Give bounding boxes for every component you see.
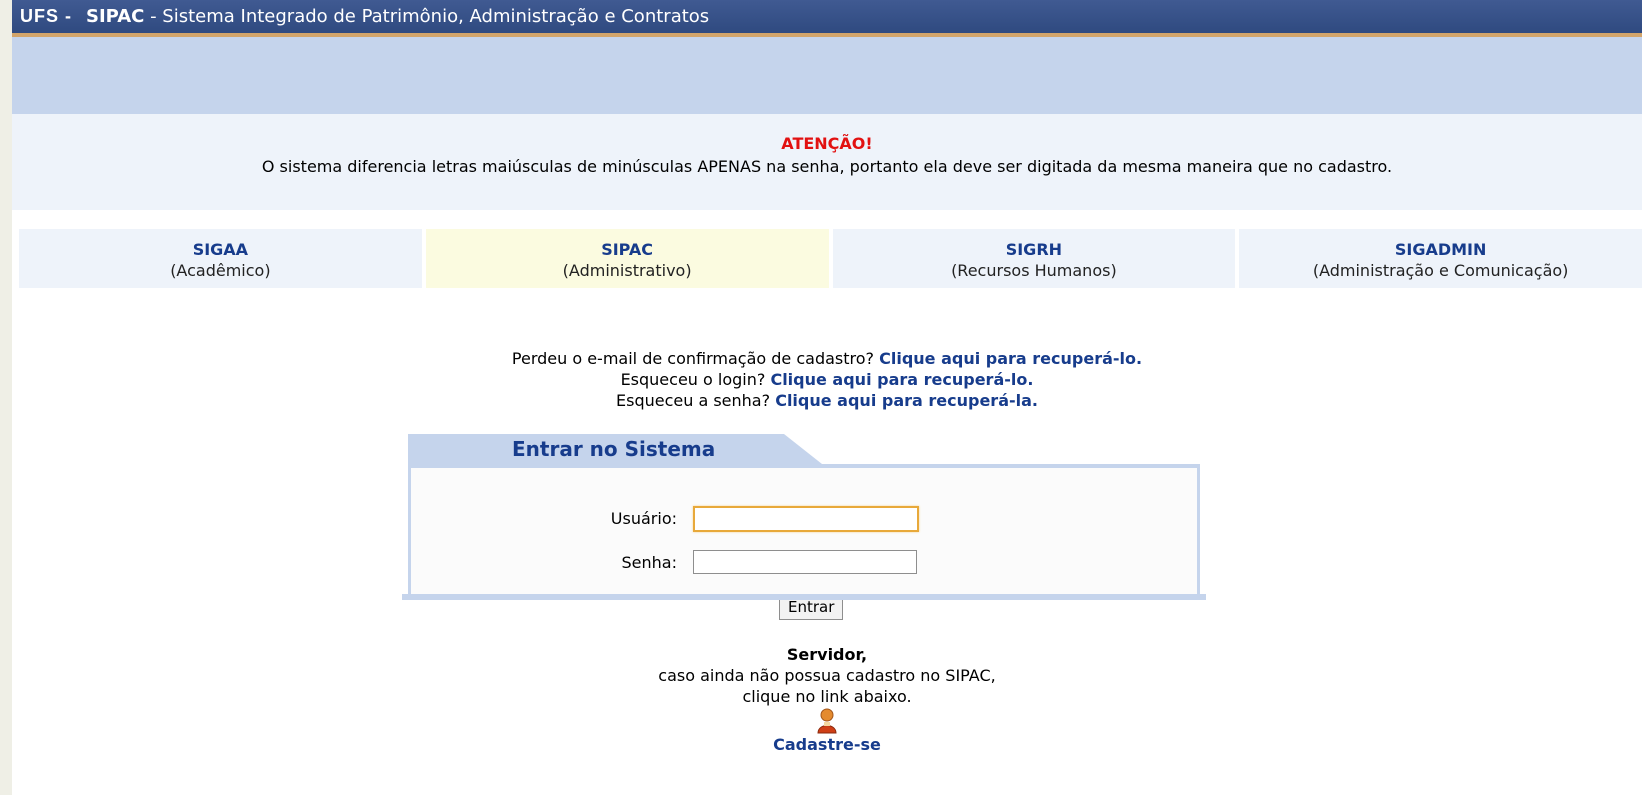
system-tab-sigadmin[interactable]: SIGADMIN (Administração e Comunicação) bbox=[1239, 229, 1642, 288]
system-tab-desc: (Administrativo) bbox=[562, 261, 692, 280]
register-link[interactable]: Cadastre-se bbox=[12, 734, 1642, 755]
password-label: Senha: bbox=[621, 553, 677, 572]
system-name: SIPAC bbox=[86, 6, 145, 27]
system-tab-name: SIPAC bbox=[601, 240, 654, 259]
system-tab-desc: (Recursos Humanos) bbox=[951, 261, 1117, 280]
login-box: Usuário: Senha: Entrar bbox=[408, 464, 1200, 620]
register-section: Servidor, caso ainda não possua cadastro… bbox=[12, 644, 1642, 755]
system-tab-desc: (Acadêmico) bbox=[170, 261, 271, 280]
warning-title: ATENÇÃO! bbox=[781, 134, 873, 153]
recover-login-line: Esqueceu o login? Clique aqui para recup… bbox=[12, 369, 1642, 390]
warning-panel: ATENÇÃO! O sistema diferencia letras mai… bbox=[12, 114, 1642, 210]
password-input[interactable] bbox=[693, 550, 917, 574]
recover-password-line: Esqueceu a senha? Clique aqui para recup… bbox=[12, 390, 1642, 411]
app-header: UFS - SIPAC - Sistema Integrado de Patrim… bbox=[12, 0, 1642, 37]
username-label: Usuário: bbox=[610, 509, 677, 528]
system-tab-desc: (Administração e Comunicação) bbox=[1312, 261, 1569, 280]
recover-password-question: Esqueceu a senha? bbox=[616, 391, 771, 410]
recover-login-link[interactable]: Clique aqui para recuperá-lo. bbox=[770, 370, 1033, 389]
recover-email-link[interactable]: Clique aqui para recuperá-lo. bbox=[879, 349, 1142, 368]
recovery-links: Perdeu o e-mail de confirmação de cadast… bbox=[12, 348, 1642, 411]
recover-password-link[interactable]: Clique aqui para recuperá-la. bbox=[775, 391, 1038, 410]
login-title: Entrar no Sistema bbox=[512, 437, 716, 461]
register-title: Servidor, bbox=[786, 645, 868, 664]
system-tab-name: SIGADMIN bbox=[1394, 240, 1487, 259]
user-icon[interactable] bbox=[816, 708, 838, 734]
system-tab-name: SIGRH bbox=[1005, 240, 1063, 259]
org-name: UFS - bbox=[20, 6, 72, 26]
login-box-base bbox=[402, 594, 1206, 600]
warning-message: O sistema diferencia letras maiúsculas d… bbox=[261, 157, 1393, 176]
system-tab-sigrh[interactable]: SIGRH (Recursos Humanos) bbox=[832, 229, 1236, 288]
page: UFS - SIPAC - Sistema Integrado de Patrim… bbox=[12, 0, 1642, 795]
header-band bbox=[12, 37, 1642, 114]
system-selector: SIGAA (Acadêmico) SIPAC (Administrativo)… bbox=[19, 229, 1642, 288]
register-line-1: caso ainda não possua cadastro no SIPAC, bbox=[658, 666, 996, 685]
username-input[interactable] bbox=[693, 506, 919, 532]
register-line-2: clique no link abaixo. bbox=[742, 687, 912, 706]
system-tab-sipac[interactable]: SIPAC (Administrativo) bbox=[425, 229, 829, 288]
recover-email-line: Perdeu o e-mail de confirmação de cadast… bbox=[12, 348, 1642, 369]
system-subtitle: - Sistema Integrado de Patrimônio, Admin… bbox=[150, 6, 710, 27]
system-tab-sigaa[interactable]: SIGAA (Acadêmico) bbox=[19, 229, 422, 288]
system-tab-name: SIGAA bbox=[192, 240, 249, 259]
recover-login-question: Esqueceu o login? bbox=[620, 370, 766, 389]
recover-email-question: Perdeu o e-mail de confirmação de cadast… bbox=[511, 349, 875, 368]
login-form: Entrar no Sistema Usuário: Senha: Entrar bbox=[402, 434, 1210, 620]
